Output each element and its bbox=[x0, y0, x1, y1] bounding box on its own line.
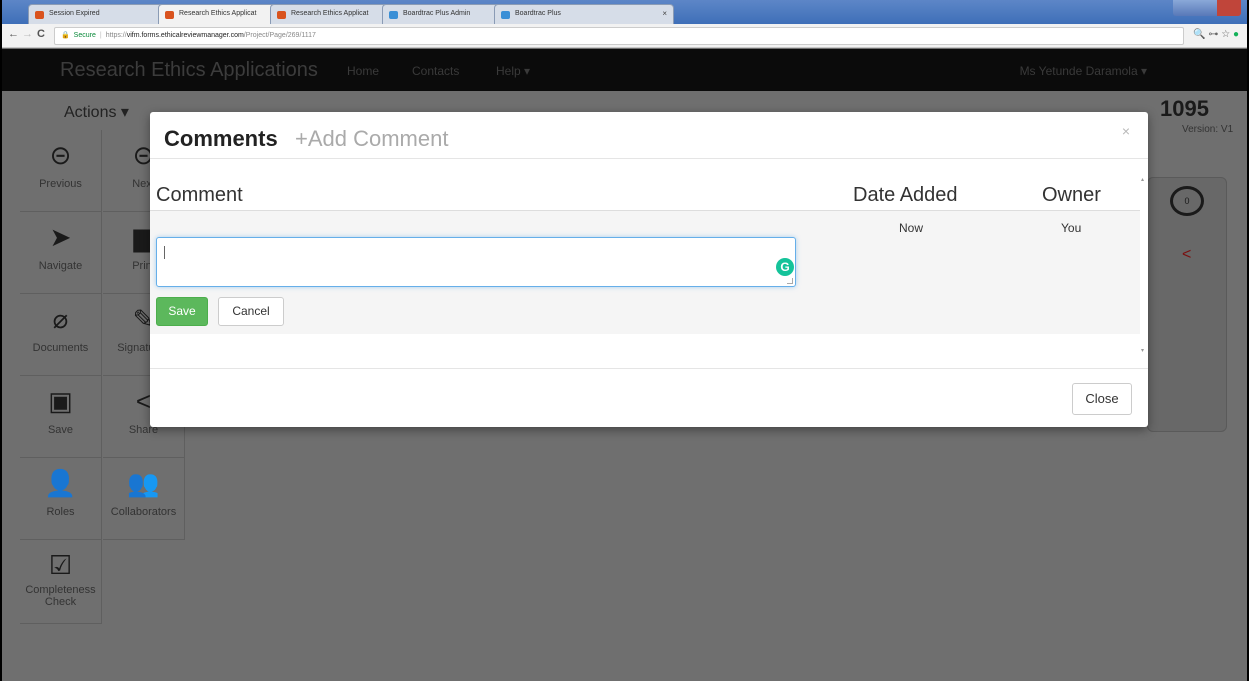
sidebar-item-roles[interactable]: 👤 Roles bbox=[20, 458, 102, 540]
window-close-button[interactable] bbox=[1217, 0, 1241, 16]
secure-label: Secure bbox=[73, 32, 96, 39]
star-icon[interactable]: ☆ bbox=[1221, 29, 1230, 40]
modal-header: Comments +Add Comment × bbox=[150, 112, 1148, 159]
cancel-button[interactable]: Cancel bbox=[218, 297, 284, 326]
previous-icon: ⊝ bbox=[49, 140, 72, 170]
share-icon[interactable]: < bbox=[1182, 246, 1191, 264]
tab-favicon-icon bbox=[501, 11, 510, 19]
sidebar-item-collaborators[interactable]: 👥 Collaborators bbox=[103, 458, 185, 540]
project-version: Version: V1 bbox=[1182, 124, 1234, 135]
tab-favicon-icon bbox=[165, 11, 174, 19]
comments-modal: Comments +Add Comment × Comment Date Add… bbox=[150, 112, 1148, 427]
zoom-icon[interactable]: 🔍 bbox=[1193, 29, 1205, 40]
cell-owner: You bbox=[1061, 221, 1082, 235]
grammarly-extension-icon[interactable]: ● bbox=[1233, 29, 1239, 40]
tab-session-expired[interactable]: Session Expired × bbox=[28, 4, 178, 24]
text-cursor bbox=[164, 246, 165, 259]
table-row: G Now You Save Cancel bbox=[150, 211, 1140, 334]
add-user-icon: 👤 bbox=[44, 468, 77, 498]
sidebar-item-completeness-check[interactable]: ☑ Completeness Check bbox=[20, 540, 102, 624]
column-header-date-added: Date Added bbox=[853, 184, 958, 206]
user-menu[interactable]: Ms Yetunde Daramola ▾ bbox=[1020, 64, 1147, 78]
modal-scrollbar[interactable]: ▴ ▾ bbox=[1140, 174, 1148, 354]
tab-boardtrac-plus[interactable]: Boardtrac Plus × bbox=[494, 4, 674, 24]
save-button[interactable]: Save bbox=[156, 297, 208, 326]
nav-help[interactable]: Help ▾ bbox=[496, 64, 530, 78]
address-bar[interactable]: 🔒 Secure | https://vifm.forms.ethicalrevie… bbox=[54, 27, 1184, 45]
lock-icon: 🔒 bbox=[61, 32, 70, 39]
modal-footer: Close bbox=[150, 368, 1148, 427]
save-icon: ▣ bbox=[48, 386, 73, 416]
url-scheme: https:// bbox=[105, 32, 127, 39]
paperclip-icon: ⌀ bbox=[52, 304, 69, 334]
project-number: 1095 bbox=[1160, 96, 1209, 121]
grammarly-icon[interactable]: G bbox=[776, 258, 794, 276]
scroll-up-icon[interactable]: ▴ bbox=[1141, 176, 1144, 183]
comment-textarea[interactable]: G bbox=[156, 237, 796, 287]
sidebar-item-previous[interactable]: ⊝ Previous bbox=[20, 130, 102, 212]
tab-favicon-icon bbox=[389, 11, 398, 19]
forward-arrow-icon[interactable]: → bbox=[22, 28, 33, 40]
resize-handle[interactable] bbox=[787, 278, 793, 284]
tab-boardtrac-admin[interactable]: Boardtrac Plus Admin × bbox=[382, 4, 512, 24]
tab-research-ethics[interactable]: Research Ethics Applicat × bbox=[270, 4, 400, 24]
table-header-row: Comment Date Added Owner bbox=[150, 160, 1140, 211]
users-icon: 👥 bbox=[127, 468, 160, 498]
close-icon[interactable]: × bbox=[1122, 123, 1130, 139]
tab-research-ethics-active[interactable]: Research Ethics Applicat × bbox=[158, 4, 288, 25]
browser-toolbar: ← → C 🔒 Secure | https://vifm.forms.ethica… bbox=[2, 24, 1247, 48]
close-button[interactable]: Close bbox=[1072, 383, 1132, 415]
app-brand[interactable]: Research Ethics Applications bbox=[60, 59, 318, 82]
sidebar-item-navigate[interactable]: ➤ Navigate bbox=[20, 212, 102, 294]
checkbox-icon: ☑ bbox=[48, 550, 73, 580]
scroll-down-icon[interactable]: ▾ bbox=[1141, 347, 1144, 354]
browser-window: Session Expired × Research Ethics Applic… bbox=[0, 0, 1249, 681]
url-path: /Project/Page/269/1117 bbox=[243, 32, 316, 39]
sidebar-item-save[interactable]: ▣ Save bbox=[20, 376, 102, 458]
modal-title: Comments bbox=[164, 126, 278, 151]
tab-favicon-icon bbox=[35, 11, 44, 19]
url-host: vifm.forms.ethicalreviewmanager.com bbox=[126, 32, 244, 39]
nav-contacts[interactable]: Contacts bbox=[412, 64, 459, 78]
comment-bubble-icon[interactable]: 0 bbox=[1170, 186, 1204, 216]
tab-close-icon[interactable]: × bbox=[662, 9, 667, 18]
back-arrow-icon[interactable]: ← bbox=[8, 28, 19, 40]
actions-dropdown[interactable]: Actions ▾ bbox=[64, 102, 129, 122]
column-header-owner: Owner bbox=[1042, 184, 1101, 206]
tab-strip: Session Expired × Research Ethics Applic… bbox=[2, 0, 1247, 25]
extension-icons: 🔍 ⊶ ☆ ● bbox=[1193, 29, 1239, 40]
app-navbar: Research Ethics Applications Home Contac… bbox=[2, 49, 1247, 91]
navigate-icon: ➤ bbox=[49, 222, 72, 252]
key-icon[interactable]: ⊶ bbox=[1208, 29, 1218, 40]
add-comment-link[interactable]: +Add Comment bbox=[295, 126, 448, 152]
window-controls[interactable] bbox=[1173, 0, 1241, 16]
nav-home[interactable]: Home bbox=[347, 64, 379, 78]
tab-favicon-icon bbox=[277, 11, 286, 19]
column-header-comment: Comment bbox=[156, 184, 243, 206]
cell-date-added: Now bbox=[899, 221, 924, 235]
modal-body: Comment Date Added Owner G Now You Save … bbox=[150, 160, 1140, 368]
sidebar-item-documents[interactable]: ⌀ Documents bbox=[20, 294, 102, 376]
reload-icon[interactable]: C bbox=[37, 28, 45, 40]
